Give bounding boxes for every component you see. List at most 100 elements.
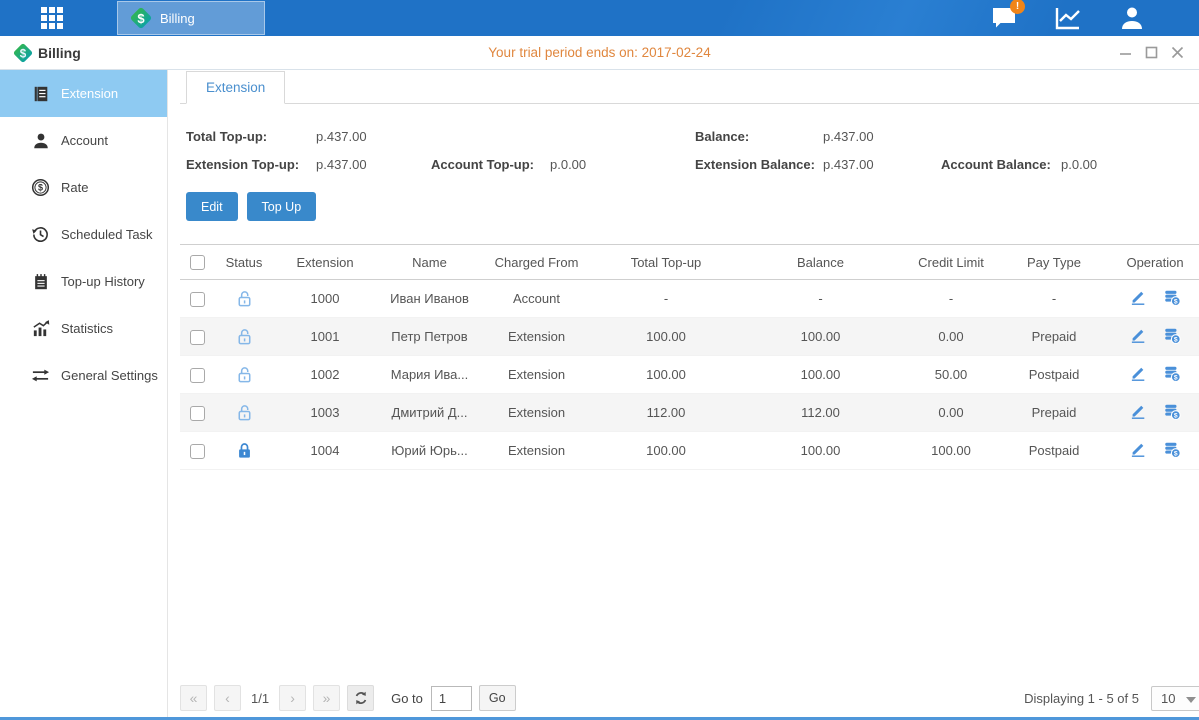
sidebar-item-label: Top-up History: [61, 274, 145, 289]
credit-limit-cell: 0.00: [899, 394, 1003, 432]
messages-icon[interactable]: !: [989, 3, 1019, 33]
pay-type-cell: Prepaid: [1003, 318, 1105, 356]
charged-from-cell: Extension: [483, 356, 590, 394]
account-topup-value: p.0.00: [550, 157, 695, 172]
sliders-icon: [31, 366, 50, 385]
trial-notice: Your trial period ends on: 2017-02-24: [488, 45, 710, 60]
charged-from-cell: Extension: [483, 318, 590, 356]
sidebar-item-top-up-history[interactable]: Top-up History: [0, 258, 167, 305]
goto-page-input[interactable]: [431, 686, 472, 711]
last-page-button[interactable]: »: [313, 685, 340, 711]
name-cell: Дмитрий Д...: [376, 394, 483, 432]
top-taskbar: $ Billing !: [0, 0, 1199, 36]
pay-type-cell: Postpaid: [1003, 356, 1105, 394]
taskbar-tab-billing[interactable]: $ Billing: [117, 1, 265, 35]
billing-window-icon: $: [13, 43, 33, 63]
credit-limit-cell: 50.00: [899, 356, 1003, 394]
column-header-pay-type: Pay Type: [1003, 245, 1105, 280]
sidebar-item-general-settings[interactable]: General Settings: [0, 352, 167, 399]
go-button[interactable]: Go: [479, 685, 516, 711]
reports-chart-icon[interactable]: [1053, 3, 1083, 33]
svg-text:$: $: [1174, 412, 1178, 419]
tab-extension[interactable]: Extension: [186, 71, 285, 104]
credit-limit-cell: 100.00: [899, 432, 1003, 470]
row-checkbox[interactable]: [190, 444, 205, 459]
extension-cell: 1000: [274, 280, 376, 318]
topup-icon[interactable]: $: [1163, 326, 1181, 344]
account-topup-label: Account Top-up:: [431, 157, 550, 172]
close-icon[interactable]: [1169, 45, 1185, 61]
edit-icon[interactable]: [1129, 364, 1147, 382]
edit-icon[interactable]: [1129, 288, 1147, 306]
sidebar-item-statistics[interactable]: Statistics: [0, 305, 167, 352]
sidebar-item-label: Statistics: [61, 321, 113, 336]
column-header-credit-limit: Credit Limit: [899, 245, 1003, 280]
locked-icon: [235, 441, 254, 460]
topup-button[interactable]: Top Up: [247, 192, 317, 221]
column-header-charged-from: Charged From: [483, 245, 590, 280]
unlocked-icon: [235, 327, 254, 346]
topup-icon[interactable]: $: [1163, 288, 1181, 306]
table-row: 1000Иван ИвановAccount----$: [180, 280, 1199, 318]
unlocked-icon: [235, 365, 254, 384]
refresh-icon[interactable]: [347, 685, 374, 711]
maximize-icon[interactable]: [1143, 45, 1159, 61]
total-topup-cell: -: [590, 280, 742, 318]
extension-table-body: 1000Иван ИвановAccount----$1001Петр Петр…: [180, 280, 1199, 470]
stats-icon: [31, 319, 50, 338]
select-all-checkbox[interactable]: [190, 255, 205, 270]
table-row: 1001Петр ПетровExtension100.00100.000.00…: [180, 318, 1199, 356]
unlocked-icon: [235, 403, 254, 422]
app-grid-icon[interactable]: [35, 1, 69, 35]
next-page-button[interactable]: ›: [279, 685, 306, 711]
topup-icon[interactable]: $: [1163, 364, 1181, 382]
pagination-bar: « ‹ 1/1 › » Go to Go Displaying 1 - 5 of…: [180, 685, 1199, 711]
ledger-icon: [31, 84, 50, 103]
prev-page-button[interactable]: ‹: [214, 685, 241, 711]
table-row: 1004Юрий Юрь...Extension100.00100.00100.…: [180, 432, 1199, 470]
sidebar-item-label: General Settings: [61, 368, 158, 383]
user-account-icon[interactable]: [1117, 3, 1147, 33]
svg-text:$: $: [38, 183, 43, 193]
name-cell: Иван Иванов: [376, 280, 483, 318]
balance-cell: 100.00: [742, 318, 899, 356]
row-checkbox[interactable]: [190, 368, 205, 383]
sidebar-item-account[interactable]: Account: [0, 117, 167, 164]
minimize-icon[interactable]: [1117, 45, 1133, 61]
sidebar-item-extension[interactable]: Extension: [0, 70, 167, 117]
charged-from-cell: Account: [483, 280, 590, 318]
total-topup-label: Total Top-up:: [186, 129, 316, 144]
edit-button[interactable]: Edit: [186, 192, 238, 221]
edit-icon[interactable]: [1129, 326, 1147, 344]
goto-label: Go to: [391, 691, 423, 706]
edit-icon[interactable]: [1129, 440, 1147, 458]
column-header-balance: Balance: [742, 245, 899, 280]
extension-table: StatusExtensionNameCharged FromTotal Top…: [180, 244, 1199, 470]
first-page-button[interactable]: «: [180, 685, 207, 711]
row-checkbox[interactable]: [190, 292, 205, 307]
pay-type-cell: -: [1003, 280, 1105, 318]
balance-label: Balance:: [695, 129, 823, 144]
sidebar-item-label: Extension: [61, 86, 118, 101]
edit-icon[interactable]: [1129, 402, 1147, 420]
unlocked-icon: [235, 289, 254, 308]
row-checkbox[interactable]: [190, 330, 205, 345]
page-indicator: 1/1: [251, 691, 269, 706]
column-header-name: Name: [376, 245, 483, 280]
name-cell: Юрий Юрь...: [376, 432, 483, 470]
pay-type-cell: Prepaid: [1003, 394, 1105, 432]
row-checkbox[interactable]: [190, 406, 205, 421]
column-header-operation: Operation: [1105, 245, 1199, 280]
sidebar-item-scheduled-task[interactable]: Scheduled Task: [0, 211, 167, 258]
extension-balance-value: p.437.00: [823, 157, 941, 172]
extension-topup-value: p.437.00: [316, 157, 431, 172]
extension-cell: 1003: [274, 394, 376, 432]
sidebar-item-rate[interactable]: $Rate: [0, 164, 167, 211]
extension-cell: 1002: [274, 356, 376, 394]
topup-icon[interactable]: $: [1163, 402, 1181, 420]
balance-cell: 100.00: [742, 356, 899, 394]
page-size-select[interactable]: 10: [1151, 686, 1199, 711]
topup-icon[interactable]: $: [1163, 440, 1181, 458]
extension-cell: 1001: [274, 318, 376, 356]
balance-cell: -: [742, 280, 899, 318]
